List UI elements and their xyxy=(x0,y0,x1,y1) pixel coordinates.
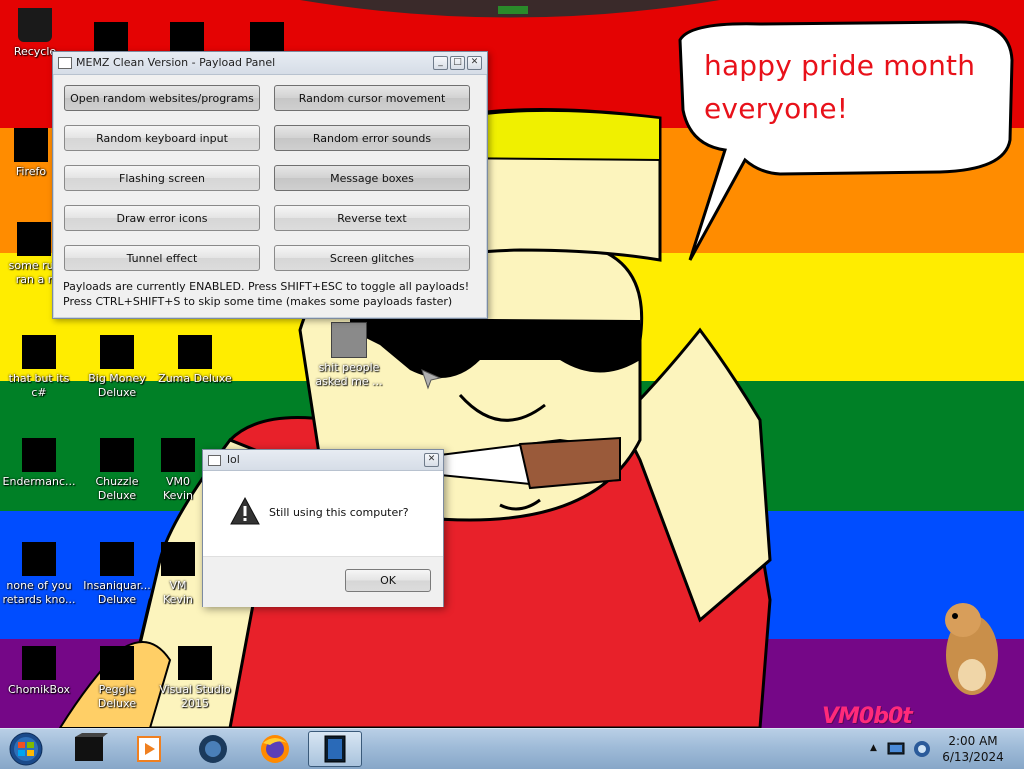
recycle-bin-icon xyxy=(18,8,52,42)
screen-glitches-button[interactable]: Screen glitches xyxy=(274,245,470,271)
desktop-icon-label: Peggle Deluxe xyxy=(97,683,137,710)
start-button[interactable] xyxy=(6,731,46,767)
desktop-icon-big-money[interactable]: Big Money Deluxe xyxy=(78,335,156,400)
desktop-icon-label: that but its c# xyxy=(8,372,70,399)
chomikbox-icon xyxy=(22,646,56,680)
zuma-icon xyxy=(178,335,212,369)
taskbar-app-black-box[interactable] xyxy=(62,731,116,767)
desktop-icon-vm-kevin-2[interactable]: VM Kevin xyxy=(150,542,206,607)
volume-icon[interactable] xyxy=(912,739,932,759)
taskbar-media-player[interactable] xyxy=(122,731,176,767)
desktop-icon-label: VM Kevin xyxy=(163,579,193,606)
taskbar: ▲ xyxy=(0,728,1024,769)
desktop-icon-folder-csharp[interactable]: that but its c# xyxy=(0,335,78,400)
watermark-text: VM0b0t xyxy=(822,704,913,728)
app-icon xyxy=(22,542,56,576)
flashing-screen-button[interactable]: Flashing screen xyxy=(64,165,260,191)
desktop-icon-visual-studio[interactable]: Visual Studio 2015 xyxy=(156,646,234,711)
show-hidden-icons-button[interactable]: ▲ xyxy=(870,743,878,753)
desktop-icon-vm-kevin-1[interactable]: VM0 Kevin xyxy=(150,438,206,503)
chuzzle-icon xyxy=(100,438,134,472)
folder-icon xyxy=(17,222,51,256)
desktop-icon-label: Big Money Deluxe xyxy=(88,372,146,399)
maximize-button[interactable]: □ xyxy=(450,56,465,70)
desktop-icon-label: Zuma Deluxe xyxy=(158,372,232,385)
clock-date: 6/13/2024 xyxy=(942,750,1004,764)
visual-studio-icon xyxy=(178,646,212,680)
peggle-icon xyxy=(100,646,134,680)
desktop-icon-none-of-you[interactable]: none of you retards kno... xyxy=(0,542,78,607)
lol-dialog-title: lol xyxy=(227,453,240,466)
mouse-cursor-icon xyxy=(421,369,442,390)
window-app-icon xyxy=(208,455,221,466)
random-error-sounds-button[interactable]: Random error sounds xyxy=(274,125,470,151)
desktop-icon-label: Visual Studio 2015 xyxy=(159,683,231,710)
window-app-icon xyxy=(58,57,72,69)
desktop-icon-label: Insaniquar... Deluxe xyxy=(83,579,151,606)
desktop-icon-label: Endermanc... xyxy=(2,475,76,488)
desktop-icon-zuma[interactable]: Zuma Deluxe xyxy=(156,335,234,386)
lol-dialog-message: Still using this computer? xyxy=(269,506,409,519)
firefox-icon xyxy=(261,735,289,763)
taskbar-active-window[interactable] xyxy=(308,731,362,767)
close-button[interactable]: ✕ xyxy=(467,56,482,70)
taskbar-vm[interactable] xyxy=(186,731,240,767)
desktop-icon-chomikbox[interactable]: ChomikBox xyxy=(0,646,78,697)
desktop-icon-insaniquarium[interactable]: Insaniquar... Deluxe xyxy=(78,542,156,607)
desktop-icon-label: Chuzzle Deluxe xyxy=(95,475,139,502)
random-cursor-movement-button[interactable]: Random cursor movement xyxy=(274,85,470,111)
folder-icon xyxy=(331,322,367,358)
windows-start-icon xyxy=(9,732,43,766)
minimize-button[interactable]: _ xyxy=(433,56,448,70)
terminal-icon xyxy=(22,438,56,472)
app-icon xyxy=(161,438,195,472)
desktop-icon-label: shit people asked me ... xyxy=(315,361,383,388)
window-icon xyxy=(324,735,346,763)
taskbar-firefox[interactable] xyxy=(248,731,302,767)
desktop-icon-label: VM0 Kevin xyxy=(163,475,193,502)
desktop-icon-label: none of you retards kno... xyxy=(2,579,76,606)
tunnel-effect-button[interactable]: Tunnel effect xyxy=(64,245,260,271)
desktop-icon-shit-people[interactable]: shit people asked me ... xyxy=(310,322,388,389)
payload-panel-title: MEMZ Clean Version - Payload Panel xyxy=(76,56,276,69)
desktop-icon-label: ChomikBox xyxy=(8,683,70,696)
app-icon xyxy=(161,542,195,576)
speech-bubble-text: happy pride month everyone! xyxy=(704,49,976,125)
payload-panel-window[interactable]: MEMZ Clean Version - Payload Panel _ □ ✕… xyxy=(52,51,488,319)
fish-icon xyxy=(100,542,134,576)
network-icon[interactable] xyxy=(886,739,906,759)
ok-button[interactable]: OK xyxy=(345,569,431,592)
media-player-icon xyxy=(137,736,161,762)
desktop-icon-endermanch[interactable]: Endermanc... xyxy=(0,438,78,489)
desktop-icon-peggle[interactable]: Peggle Deluxe xyxy=(78,646,156,711)
vm-icon xyxy=(199,735,227,763)
clock-time: 2:00 AM xyxy=(948,734,998,748)
close-button[interactable]: ✕ xyxy=(424,453,439,467)
lol-dialog-footer: OK xyxy=(203,556,443,607)
draw-error-icons-button[interactable]: Draw error icons xyxy=(64,205,260,231)
desktop-icon-chuzzle[interactable]: Chuzzle Deluxe xyxy=(78,438,156,503)
random-keyboard-input-button[interactable]: Random keyboard input xyxy=(64,125,260,151)
firefox-icon xyxy=(14,128,48,162)
warning-icon xyxy=(230,496,260,525)
message-boxes-button[interactable]: Message boxes xyxy=(274,165,470,191)
reverse-text-button[interactable]: Reverse text xyxy=(274,205,470,231)
lol-message-dialog[interactable]: lol ✕ Still using this computer? OK xyxy=(202,449,444,607)
payload-status-line-2: Press CTRL+SHIFT+S to skip some time (ma… xyxy=(63,295,453,308)
open-random-websites-button[interactable]: Open random websites/programs xyxy=(64,85,260,111)
folder-icon xyxy=(22,335,56,369)
money-bag-icon xyxy=(100,335,134,369)
lol-dialog-titlebar[interactable]: lol ✕ xyxy=(203,450,443,471)
app-black-box-icon xyxy=(75,733,108,761)
payload-status-line-1: Payloads are currently ENABLED. Press SH… xyxy=(63,280,470,293)
payload-panel-titlebar[interactable]: MEMZ Clean Version - Payload Panel _ □ ✕ xyxy=(53,52,487,75)
